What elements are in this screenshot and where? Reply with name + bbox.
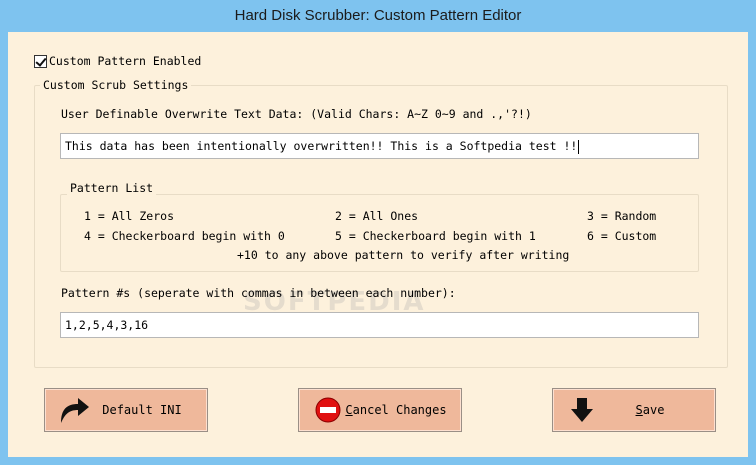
- pattern-item: 4 = Checkerboard begin with 0: [84, 229, 285, 243]
- save-hotkey: S: [635, 403, 643, 417]
- no-entry-icon: [311, 395, 345, 425]
- custom-scrub-settings-legend: Custom Scrub Settings: [40, 78, 192, 92]
- pattern-verify-note: +10 to any above pattern to verify after…: [237, 248, 570, 262]
- overwrite-text-value: This data has been intentionally overwri…: [65, 139, 578, 153]
- cancel-changes-button[interactable]: Cancel Changes: [298, 388, 462, 432]
- curved-arrow-icon: [57, 395, 91, 425]
- cancel-label-rest: ancel Changes: [352, 403, 447, 417]
- checkbox-checked-icon[interactable]: [34, 54, 47, 68]
- dialog-client-area: Custom Pattern Enabled Custom Scrub Sett…: [8, 32, 748, 457]
- pattern-item: 1 = All Zeros: [84, 209, 175, 223]
- custom-pattern-label: Custom Pattern Enabled: [49, 54, 202, 68]
- cancel-hotkey: C: [345, 403, 353, 417]
- pattern-numbers-label: Pattern #s (seperate with commas in betw…: [61, 286, 456, 300]
- pattern-item: 3 = Random: [587, 209, 657, 223]
- overwrite-text-input[interactable]: This data has been intentionally overwri…: [60, 133, 699, 159]
- window-title: Hard Disk Scrubber: Custom Pattern Edito…: [0, 0, 756, 32]
- pattern-item: 5 = Checkerboard begin with 1: [335, 229, 536, 243]
- cancel-changes-label: Cancel Changes: [345, 403, 461, 417]
- pattern-numbers-value: 1,2,5,4,3,16: [65, 318, 149, 332]
- pattern-list-legend: Pattern List: [67, 181, 157, 195]
- save-button[interactable]: Save: [552, 388, 716, 432]
- overwrite-text-label: User Definable Overwrite Text Data: (Val…: [61, 107, 532, 121]
- save-label: Save: [599, 403, 715, 417]
- default-ini-button[interactable]: Default INI: [44, 388, 208, 432]
- text-caret: [578, 139, 580, 154]
- pattern-numbers-input[interactable]: 1,2,5,4,3,16: [60, 312, 699, 338]
- default-ini-label: Default INI: [102, 403, 182, 417]
- pattern-item: 6 = Custom: [587, 229, 657, 243]
- custom-pattern-checkbox[interactable]: Custom Pattern Enabled: [34, 54, 201, 68]
- down-arrow-icon: [565, 395, 599, 425]
- save-label-rest: ave: [642, 403, 665, 417]
- pattern-item: 2 = All Ones: [335, 209, 419, 223]
